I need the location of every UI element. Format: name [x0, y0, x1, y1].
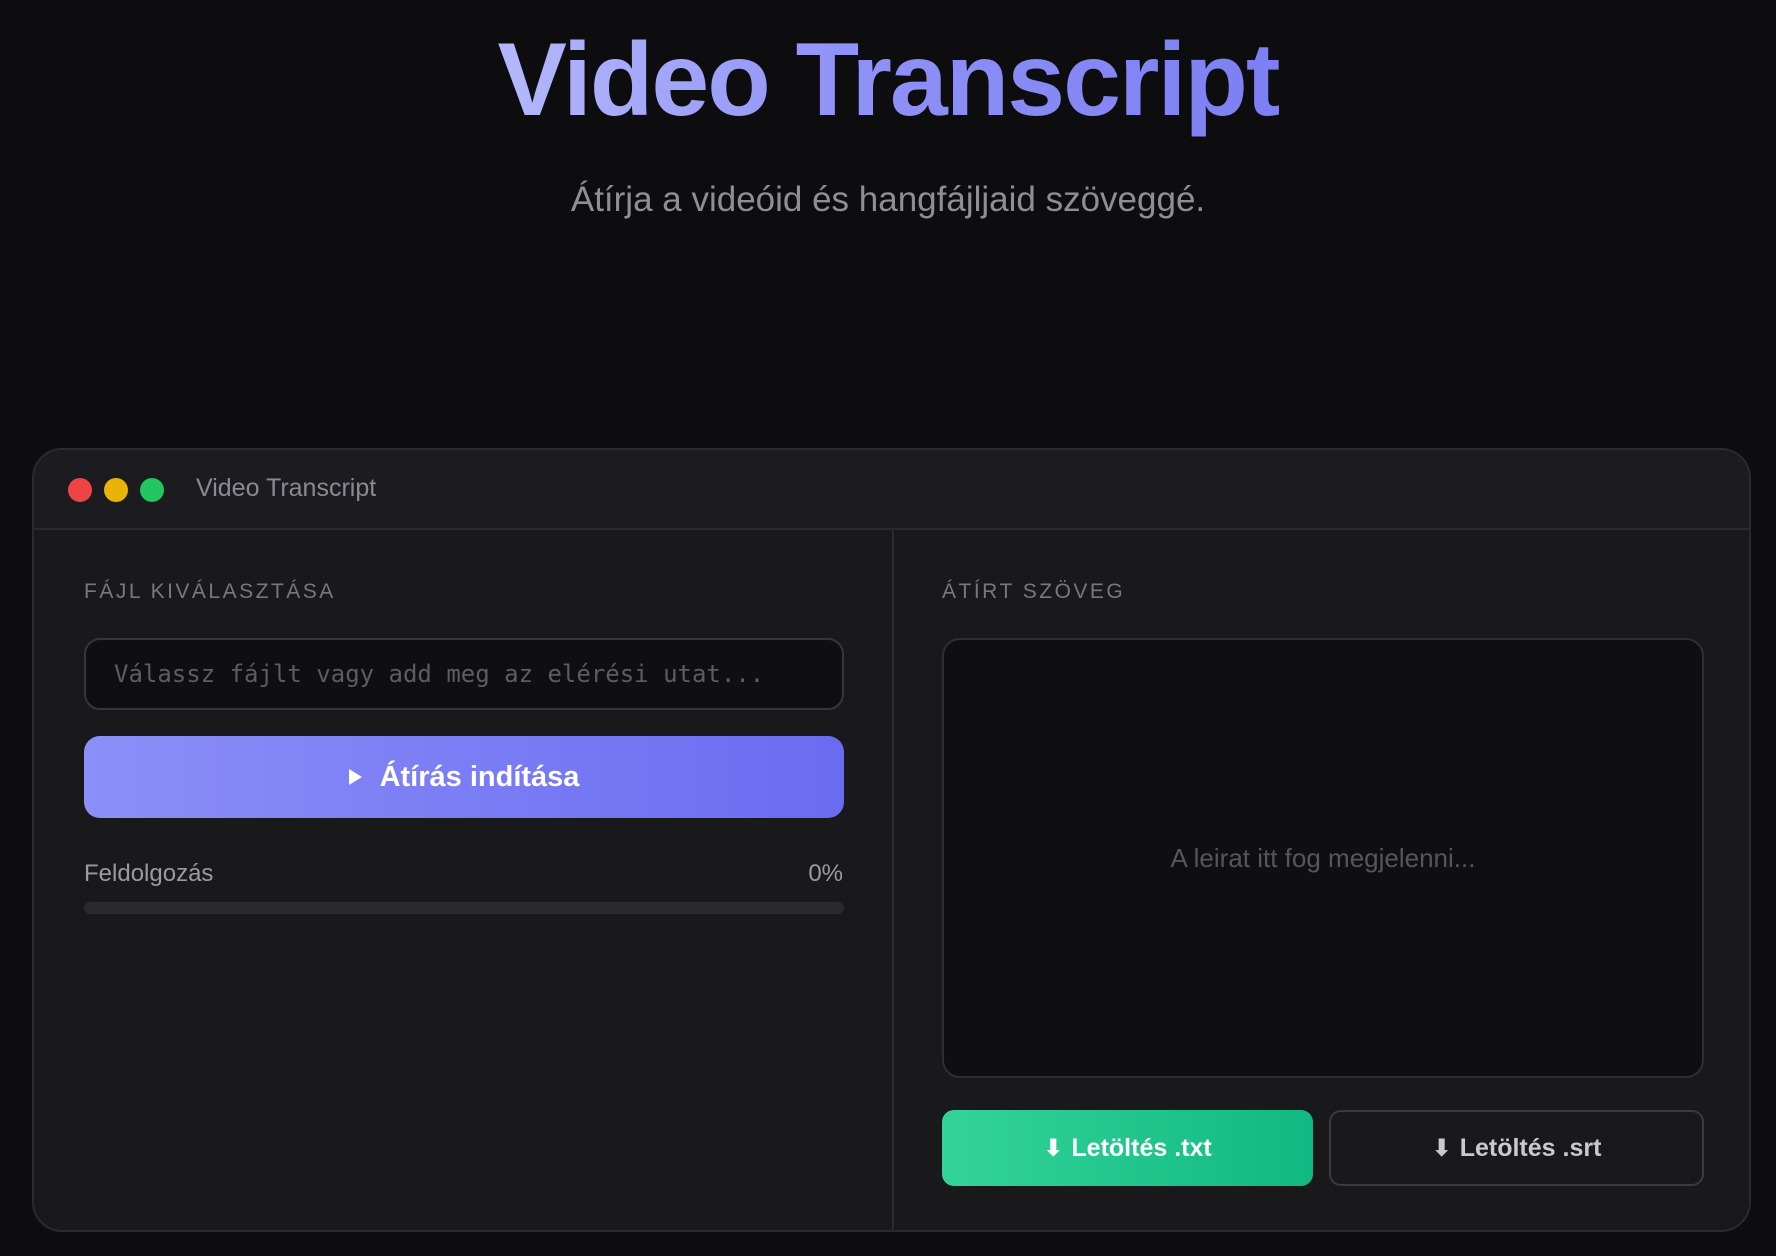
- transcript-label: ÁTÍRT SZÖVEG: [942, 580, 1126, 603]
- download-txt-label: Letöltés .txt: [1071, 1133, 1212, 1162]
- download-srt-button[interactable]: ⬇ Letöltés .srt: [1329, 1110, 1704, 1186]
- app-window: Video Transcript FÁJL KIVÁLASZTÁSA Átírá…: [32, 448, 1751, 1232]
- start-transcription-label: Átírás indítása: [379, 760, 580, 793]
- panel-divider: [892, 530, 894, 1230]
- progress-bar: [84, 902, 844, 914]
- window-titlebar: Video Transcript: [34, 450, 1749, 530]
- transcript-placeholder: A leirat itt fog megjelenni...: [1170, 842, 1476, 873]
- start-transcription-button[interactable]: Átírás indítása: [84, 736, 844, 818]
- download-icon: ⬇: [1431, 1134, 1452, 1162]
- progress-label: Feldolgozás: [84, 860, 214, 887]
- hero-title-text: Video Transcript: [497, 22, 1280, 138]
- hero-subtitle: Átírja a videóid és hangfájljaid szövegg…: [570, 180, 1206, 219]
- download-srt-label: Letöltés .srt: [1459, 1133, 1602, 1162]
- file-select-label: FÁJL KIVÁLASZTÁSA: [84, 580, 336, 603]
- hero-title: Video Transcript: [0, 20, 1776, 140]
- download-icon: ⬇: [1043, 1134, 1064, 1162]
- maximize-window-button[interactable]: [140, 478, 164, 502]
- minimize-window-button[interactable]: [104, 478, 128, 502]
- progress-percentage: 0%: [808, 860, 843, 887]
- download-txt-button[interactable]: ⬇ Letöltés .txt: [942, 1110, 1313, 1186]
- page: Video Transcript Átírja a videóid és han…: [0, 0, 1776, 1256]
- transcript-output[interactable]: A leirat itt fog megjelenni...: [942, 638, 1704, 1078]
- play-icon: [348, 769, 362, 785]
- close-window-button[interactable]: [68, 478, 92, 502]
- file-path-input[interactable]: [84, 638, 844, 710]
- window-title: Video Transcript: [196, 474, 377, 502]
